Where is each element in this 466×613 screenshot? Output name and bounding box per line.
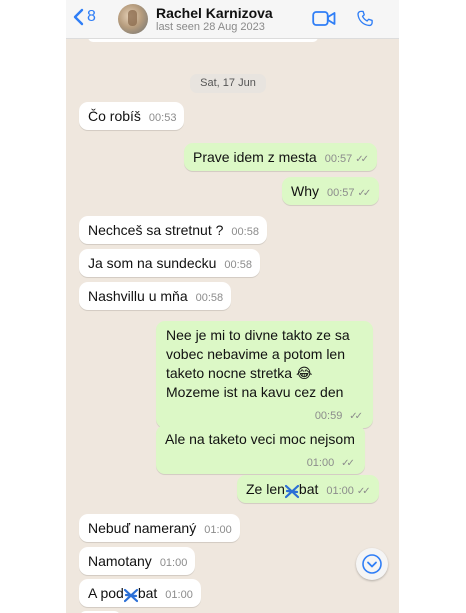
unread-count: 8 [87,8,96,25]
read-ticks-icon: ✓✓ [341,458,355,469]
message-text-after: bat [137,585,158,601]
back-button[interactable]: 8 [72,8,96,26]
message-bubble-outgoing[interactable]: Ale na taketo veci moc nejsom 01:00 ✓✓ [156,425,365,474]
message-time: 01:00 [165,589,193,601]
read-ticks-icon: ✓✓ [349,411,363,422]
message-time: 00:58 [231,226,259,238]
message-bubble-incoming[interactable]: A pod bat 01:00 [79,579,201,607]
video-call-button[interactable] [312,10,336,32]
message-bubble-outgoing[interactable]: Nee je mi to divne takto ze sa vobec neb… [156,321,373,428]
message-time: 00:57 [327,187,355,199]
message-text-line: Nee je mi to divne takto ze sa [166,327,350,343]
message-time: 00:58 [195,292,224,304]
message-text: Nechceš sa stretnut ? [88,222,224,238]
message-time: 01:00 [204,524,232,536]
last-seen-status: last seen 28 Aug 2023 [156,21,265,33]
message-text-line: vobec nebavime a potom len [166,346,345,362]
message-text-after: bat [298,481,319,497]
scribble-redaction-icon [123,588,138,603]
message-text: Čo robíš [88,108,141,124]
message-text: Ja som na sundecku [88,255,217,271]
message-bubble-incoming[interactable]: Čo robíš 00:53 [79,102,185,130]
message-text: Prave idem z mesta [193,149,317,165]
message-bubble-outgoing[interactable]: Why 00:57 ✓✓ [282,177,380,205]
message-time: 01:00 [326,485,354,497]
chat-header: 8 Rachel Karnizova last seen 28 Aug 2023 [66,0,399,39]
avatar[interactable] [118,4,148,34]
message-text-before: A pod [88,585,124,601]
message-bubble-outgoing[interactable]: Ze len bat 01:00 ✓✓ [237,475,379,503]
message-time: 00:57 [324,153,353,165]
scroll-down-icon [362,554,382,574]
back-chevron-icon [73,8,84,26]
message-text: Why [291,183,319,199]
chat-screen: 8 Rachel Karnizova last seen 28 Aug 2023… [66,0,399,613]
message-text: Nebuď nameraný [88,520,197,536]
phone-icon [357,10,373,27]
scroll-down-button[interactable] [356,548,388,580]
message-text: Ale na taketo veci moc nejsom [165,431,355,447]
message-time: 00:53 [148,112,177,124]
message-bubble-incoming[interactable]: Nechceš sa stretnut ? 00:58 [79,216,267,244]
video-call-icon [312,11,336,26]
scribble-redaction-icon [284,484,299,499]
message-bubble-incoming[interactable]: Nashvillu u mňa 00:58 [79,282,232,310]
message-text-before: Ze len [246,481,285,497]
date-separator: Sat, 17 Jun [190,74,266,93]
phone-button[interactable] [356,9,374,33]
read-ticks-icon: ✓✓ [357,188,372,199]
message-text-line: Mozeme ist na kavu cez den [166,384,344,400]
message-time: 01:00 [159,557,188,569]
message-bubble-incoming[interactable]: Nebuď nameraný 01:00 [79,514,240,542]
read-ticks-icon: ✓✓ [356,486,371,497]
message-bubble-incoming[interactable]: Namotany 01:00 [79,547,196,575]
message-time: 00:58 [224,259,252,271]
message-time: 00:59 [314,410,343,422]
message-time: 01:00 [306,457,335,469]
message-bubble-incoming[interactable]: Ja som na sundecku 00:58 [79,249,260,277]
message-text-line: taketo nocne stretka 😂 [166,365,313,381]
read-ticks-icon: ✓✓ [355,154,369,165]
message-bubble-outgoing[interactable]: Prave idem z mesta 00:57 ✓✓ [184,143,378,171]
message-text: Nashvillu u mňa [88,288,188,304]
message-text: Namotany [88,553,152,569]
contact-name[interactable]: Rachel Karnizova [156,5,273,21]
message-list[interactable]: Sat, 17 Jun Čo robíš 00:53 Prave idem z … [66,32,399,613]
